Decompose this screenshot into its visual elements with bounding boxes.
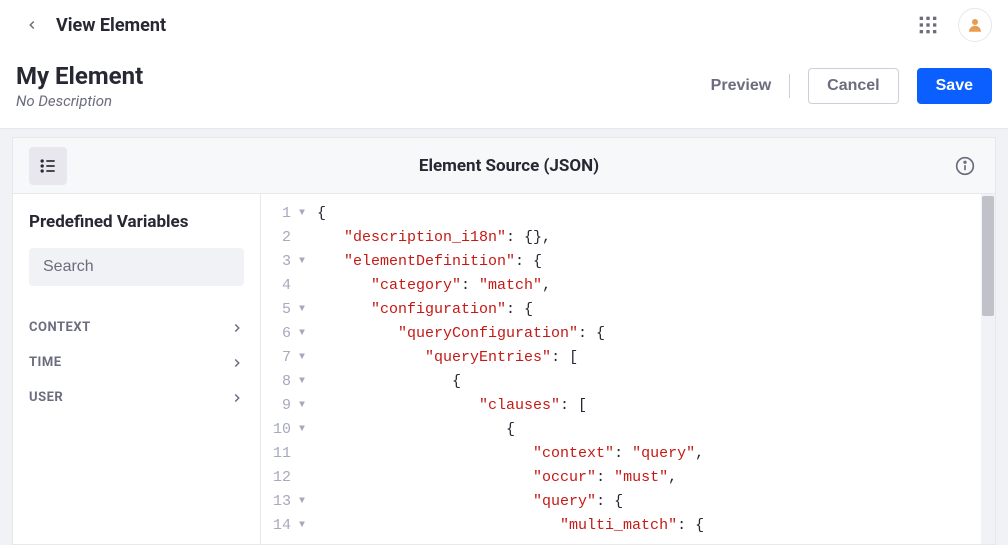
gutter-line: 5▼ [261,298,305,322]
gutter-line: 14▼ [261,514,305,538]
chevron-right-icon [230,321,244,335]
sidebar-title: Predefined Variables [29,212,244,232]
chevron-right-icon [230,391,244,405]
code-line[interactable]: "configuration": { [317,298,995,322]
workspace: Element Source (JSON) Predefined Variabl… [0,129,1008,545]
divider [789,74,790,98]
code-line[interactable]: "queryEntries": [ [317,346,995,370]
sidebar-item-user[interactable]: USER [29,380,244,415]
gutter-line: 4 [261,274,305,298]
code-line[interactable]: { [317,370,995,394]
gutter-line: 6▼ [261,322,305,346]
code-line[interactable]: "multi_match": { [317,514,995,538]
sidebar-item-context[interactable]: CONTEXT [29,310,244,345]
code-line[interactable]: "occur": "must", [317,466,995,490]
search-input[interactable] [43,258,250,276]
fold-toggle-icon[interactable]: ▼ [295,202,305,226]
code-line[interactable]: "context": "query", [317,442,995,466]
page-title: View Element [56,15,166,36]
code-line[interactable]: { [317,418,995,442]
preview-button[interactable]: Preview [711,77,771,95]
info-icon[interactable] [951,152,979,180]
gutter-line: 9▼ [261,394,305,418]
back-button[interactable] [16,9,48,41]
panel-header: Element Source (JSON) [13,138,995,194]
scrollbar-track[interactable] [981,194,995,544]
user-avatar[interactable] [958,8,992,42]
code-line[interactable]: "category": "match", [317,274,995,298]
editor-code[interactable]: { "description_i18n": {}, "elementDefini… [311,194,995,544]
gutter-line: 12 [261,466,305,490]
gutter-line: 8▼ [261,370,305,394]
sidebar: Predefined Variables CONTEXT TIME USER [13,194,261,544]
panel-title: Element Source (JSON) [67,156,951,176]
element-title: My Element [16,62,711,90]
gutter-line: 1▼ [261,202,305,226]
fold-toggle-icon[interactable]: ▼ [295,370,305,394]
sidebar-item-time[interactable]: TIME [29,345,244,380]
gutter-line: 2 [261,226,305,250]
code-line[interactable]: "clauses": [ [317,394,995,418]
gutter-line: 10▼ [261,418,305,442]
code-line[interactable]: "elementDefinition": { [317,250,995,274]
sidebar-item-label: TIME [29,355,62,370]
sidebar-toggle-button[interactable] [29,147,67,185]
code-line[interactable]: "query": { [317,490,995,514]
fold-toggle-icon[interactable]: ▼ [295,394,305,418]
fold-toggle-icon[interactable]: ▼ [295,514,305,538]
scrollbar-thumb[interactable] [982,196,994,316]
search-wrap [29,248,244,286]
chevron-right-icon [230,356,244,370]
editor-gutter: 1▼23▼45▼6▼7▼8▼9▼10▼111213▼14▼ [261,194,311,544]
save-button[interactable]: Save [917,68,992,104]
cancel-button[interactable]: Cancel [808,68,898,104]
element-description: No Description [16,92,711,110]
fold-toggle-icon[interactable]: ▼ [295,346,305,370]
code-line[interactable]: "queryConfiguration": { [317,322,995,346]
fold-toggle-icon[interactable]: ▼ [295,490,305,514]
fold-toggle-icon[interactable]: ▼ [295,298,305,322]
subheader: My Element No Description Preview Cancel… [0,50,1008,129]
fold-toggle-icon[interactable]: ▼ [295,418,305,442]
fold-toggle-icon[interactable]: ▼ [295,322,305,346]
gutter-line: 3▼ [261,250,305,274]
gutter-line: 13▼ [261,490,305,514]
code-line[interactable]: "description_i18n": {}, [317,226,995,250]
topbar: View Element [0,0,1008,50]
code-line[interactable]: { [317,202,995,226]
json-editor[interactable]: 1▼23▼45▼6▼7▼8▼9▼10▼111213▼14▼ { "descrip… [261,194,995,544]
apps-menu-icon[interactable] [910,7,946,43]
sidebar-item-label: CONTEXT [29,320,91,335]
sidebar-item-label: USER [29,390,63,405]
fold-toggle-icon[interactable]: ▼ [295,250,305,274]
gutter-line: 11 [261,442,305,466]
gutter-line: 7▼ [261,346,305,370]
